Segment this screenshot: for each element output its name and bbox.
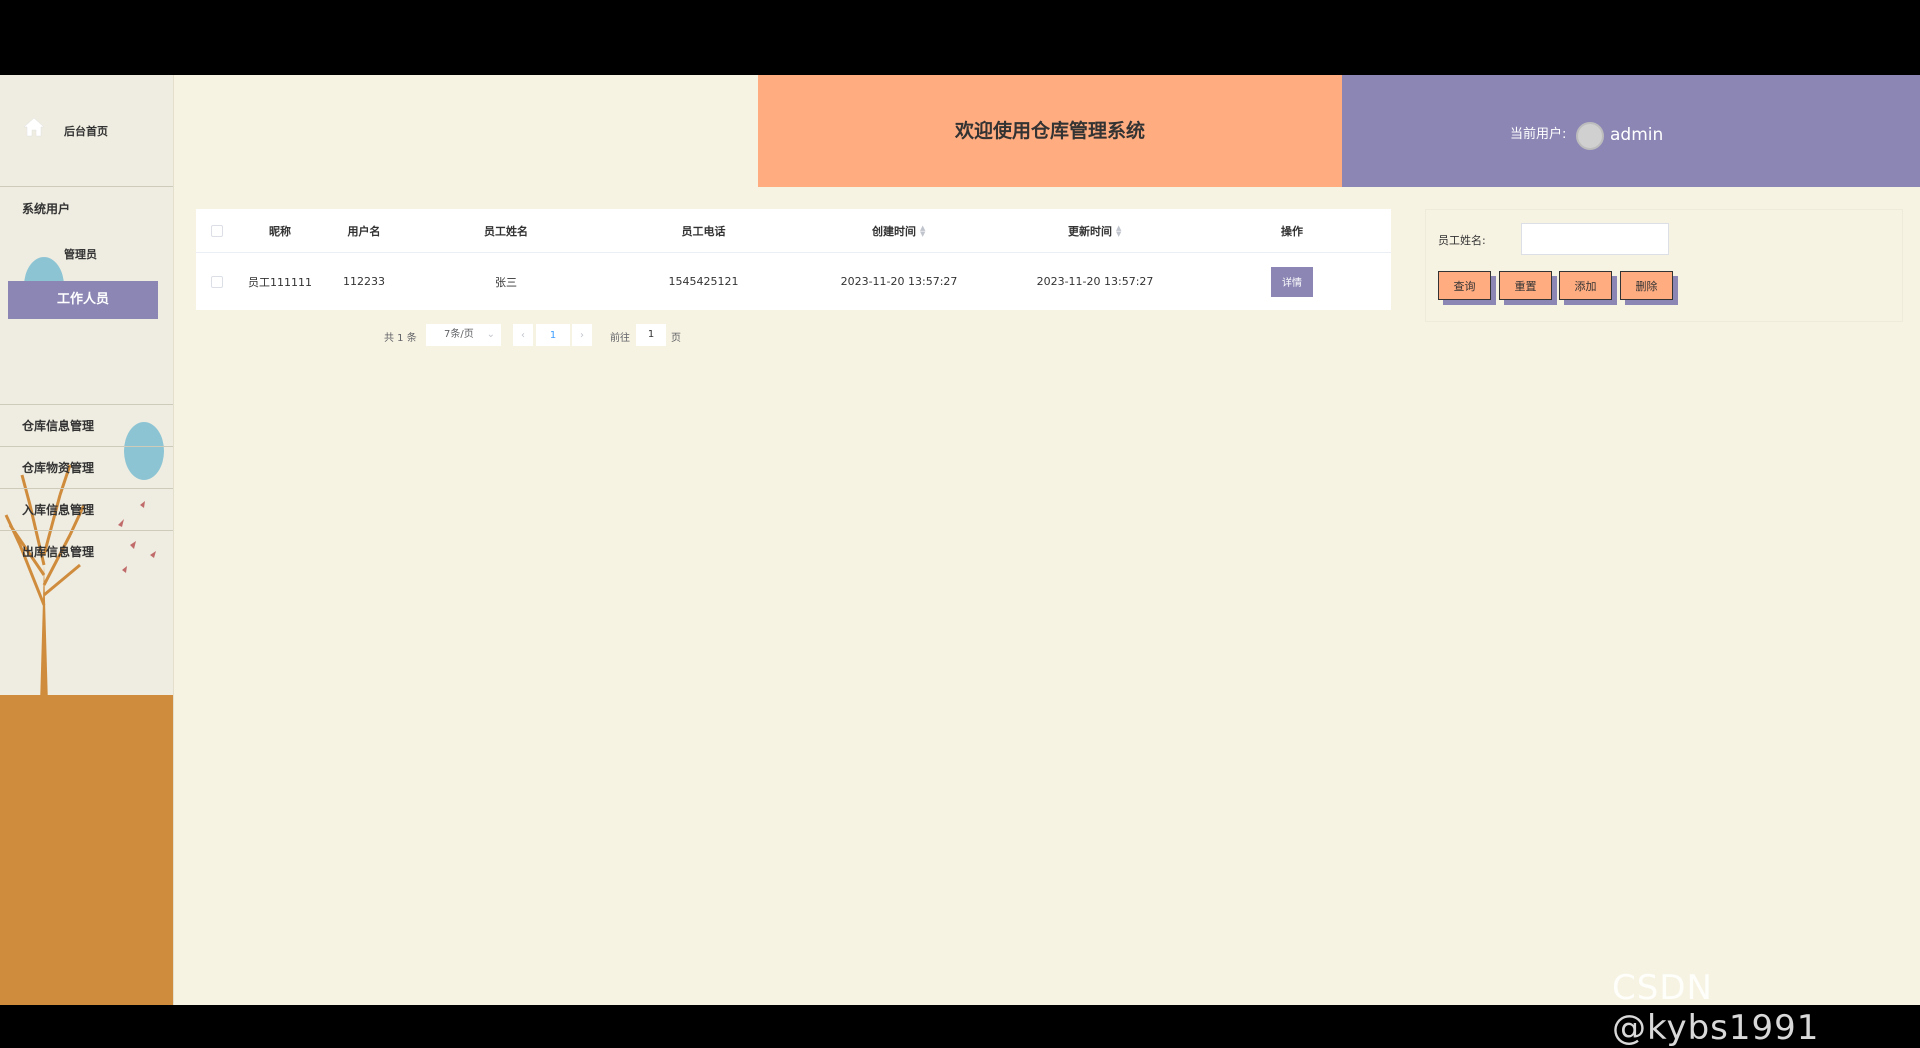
home-icon [23, 117, 45, 137]
goto-label: 前往 [610, 332, 630, 344]
employee-name-label: 员工姓名: [1438, 234, 1486, 247]
reset-button[interactable]: 重置 [1499, 271, 1552, 300]
cell-updated: 2023-11-20 13:57:27 [1036, 275, 1154, 288]
sidebar-item-warehouse-info[interactable]: 仓库信息管理 [0, 404, 173, 446]
prev-page-button[interactable]: ‹ [513, 324, 533, 346]
cell-nickname: 员工111111 [248, 275, 312, 289]
cell-phone: 1545425121 [668, 275, 739, 288]
header: 欢迎使用仓库管理系统 当前用户: admin [174, 75, 1920, 187]
detail-button[interactable]: 详情 [1271, 266, 1313, 297]
sidebar: 后台首页 系统用户 管理员 工作人员 仓库信息管理 仓库物资管理 入库信息管理 … [0, 75, 174, 1005]
avatar[interactable] [1576, 122, 1604, 150]
sidebar-item-inbound-info[interactable]: 入库信息管理 [0, 488, 173, 530]
page-suffix-label: 页 [671, 332, 681, 344]
page-size-value: 7条/页 [444, 329, 474, 340]
column-header-phone: 员工电话 [681, 224, 726, 238]
sidebar-item-warehouse-materials[interactable]: 仓库物资管理 [0, 446, 173, 488]
column-header-actions: 操作 [1281, 224, 1303, 238]
sidebar-ground-decoration [0, 695, 173, 1005]
staff-table: 昵称 用户名 员工姓名 员工电话 创建时间 ▲ ▼ 更新时间 ▲ ▼ 操作 员工11… [196, 209, 1391, 310]
employee-name-input[interactable] [1521, 223, 1669, 255]
sidebar-home-label: 后台首页 [64, 125, 108, 138]
sidebar-group-system-users[interactable]: 系统用户 [22, 200, 70, 217]
column-header-created-label: 创建时间 [872, 224, 916, 238]
title-panel: 欢迎使用仓库管理系统 [758, 75, 1342, 187]
select-all-checkbox[interactable] [211, 224, 223, 237]
row-checkbox[interactable] [211, 275, 223, 288]
sort-caret-icon[interactable]: ▲ ▼ [920, 224, 926, 237]
column-header-nickname: 昵称 [269, 224, 291, 238]
search-panel: 员工姓名: 查询 重置 添加 删除 [1425, 209, 1903, 322]
query-button[interactable]: 查询 [1438, 271, 1491, 300]
select-all-cell [196, 209, 238, 252]
cell-actions: 详情 [1193, 253, 1391, 310]
sidebar-item-outbound-info[interactable]: 出库信息管理 [0, 530, 173, 572]
column-header-updated[interactable]: 更新时间 ▲ ▼ [997, 209, 1193, 252]
column-header-created[interactable]: 创建时间 ▲ ▼ [801, 209, 997, 252]
goto-page-input[interactable]: 1 [636, 324, 666, 346]
chevron-right-icon: › [580, 329, 584, 341]
cell-name: 张三 [495, 275, 517, 289]
sidebar-home[interactable]: 后台首页 [0, 75, 173, 187]
delete-button[interactable]: 删除 [1620, 271, 1673, 300]
current-user-label: 当前用户: [1510, 127, 1567, 142]
chevron-down-icon: ⌄ [486, 329, 495, 340]
add-button[interactable]: 添加 [1559, 271, 1612, 300]
sort-caret-icon[interactable]: ▲ ▼ [1116, 224, 1122, 237]
table-header: 昵称 用户名 员工姓名 员工电话 创建时间 ▲ ▼ 更新时间 ▲ ▼ 操作 [196, 209, 1391, 253]
app-window: 后台首页 系统用户 管理员 工作人员 仓库信息管理 仓库物资管理 入库信息管理 … [0, 75, 1920, 1048]
row-select-cell [196, 253, 238, 310]
chevron-left-icon: ‹ [521, 329, 525, 341]
sidebar-item-staff[interactable]: 工作人员 [8, 281, 158, 319]
table-row: 员工111111 112233 张三 1545425121 2023-11-20… [196, 253, 1391, 310]
page-title: 欢迎使用仓库管理系统 [954, 120, 1145, 142]
cell-created: 2023-11-20 13:57:27 [840, 275, 958, 288]
sidebar-item-admin[interactable]: 管理员 [64, 246, 97, 262]
watermark: CSDN @kybs1991 [1612, 968, 1820, 1048]
column-header-name: 员工姓名 [484, 224, 528, 238]
page-number[interactable]: 1 [536, 324, 570, 346]
column-header-username: 用户名 [347, 224, 381, 238]
next-page-button[interactable]: › [572, 324, 592, 346]
cell-username: 112233 [343, 275, 385, 288]
pagination-total: 共 1 条 [384, 332, 417, 344]
page-size-select[interactable]: 7条/页 ⌄ [426, 324, 501, 346]
current-username[interactable]: admin [1610, 125, 1663, 145]
user-panel: 当前用户: admin [1342, 75, 1920, 187]
column-header-updated-label: 更新时间 [1068, 224, 1112, 238]
